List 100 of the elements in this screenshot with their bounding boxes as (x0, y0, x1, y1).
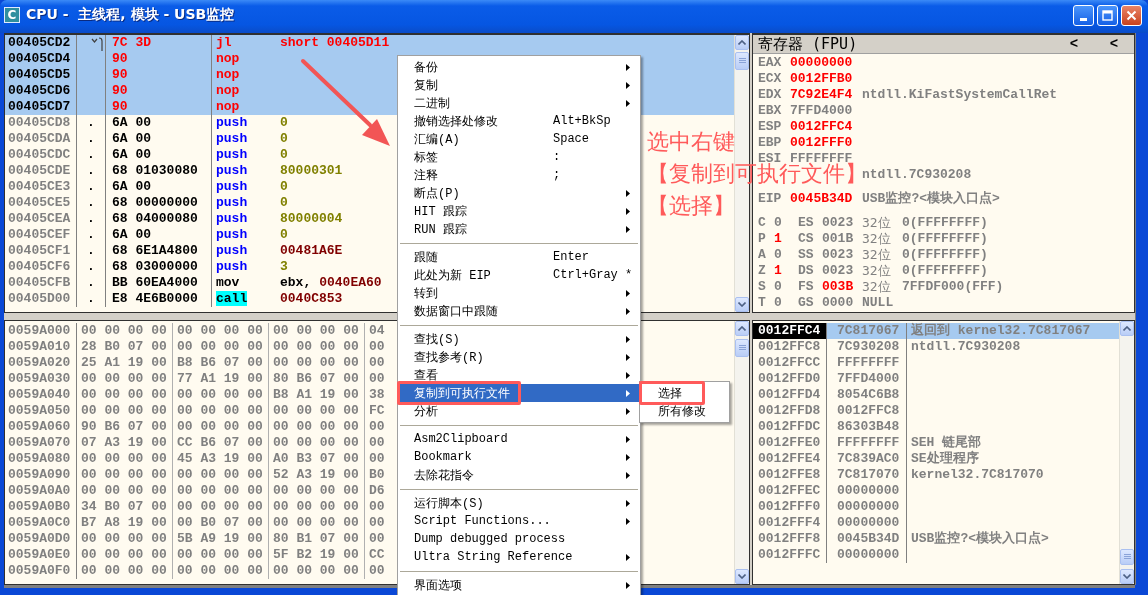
hex-bytes: 90 (106, 99, 212, 115)
stack-value: 00000000 (827, 483, 907, 499)
menu-item[interactable]: 运行脚本(S) (398, 494, 640, 512)
nav-button[interactable]: < (1054, 36, 1094, 52)
register-value: 7C92E4F4 (790, 87, 854, 103)
register-value: 0012FFC4 (790, 119, 854, 135)
stack-row[interactable]: 0012FFDC 86303B48 (753, 419, 1119, 435)
code-line[interactable]: 00405CE5 . 68 00000000 push 0 (5, 195, 288, 211)
menu-item[interactable]: 分析 (398, 402, 640, 420)
code-line[interactable]: 00405CF6 . 68 03000000 push 3 (5, 259, 288, 275)
scrollbar[interactable] (1119, 321, 1134, 584)
menu-item[interactable]: 转到 (398, 284, 640, 302)
stack-row[interactable]: 0012FFF0 00000000 (753, 499, 1119, 515)
scroll-up-button[interactable] (1120, 321, 1134, 336)
stack-row[interactable]: 0012FFD4 8054C6B8 (753, 387, 1119, 403)
hex-bytes: 00 00 00 00 (77, 483, 173, 499)
code-line[interactable]: 00405CFB . BB 60EA4000 mov ebx, 0040EA60 (5, 275, 382, 291)
stack-row[interactable]: 0012FFD0 7FFD4000 (753, 371, 1119, 387)
stack-row[interactable]: 0012FFF4 00000000 (753, 515, 1119, 531)
menu-item[interactable]: Ultra String Reference (398, 548, 640, 566)
menu-item[interactable]: Dump debugged process (398, 530, 640, 548)
hex-bytes: 00 (368, 499, 385, 515)
hex-bytes: B8 B6 07 00 (173, 355, 269, 371)
menu-item[interactable]: RUN 跟踪 (398, 220, 640, 238)
menu-item[interactable]: 撤销选择处修改 Alt+BkSp (398, 112, 640, 130)
marker: . (87, 291, 95, 307)
menu-item[interactable]: 数据窗口中跟随 (398, 302, 640, 320)
code-line[interactable]: 00405CDA . 6A 00 push 0 (5, 131, 288, 147)
scroll-up-button[interactable] (735, 321, 749, 336)
menu-item[interactable]: 注释 ; (398, 166, 640, 184)
stack-row[interactable]: 0012FFEC 00000000 (753, 483, 1119, 499)
hex-bytes: B0 (368, 467, 385, 483)
stack-row[interactable]: 0012FFE0 FFFFFFFF SEH 链尾部 (753, 435, 1119, 451)
code-line[interactable]: 00405CE3 . 6A 00 push 0 (5, 179, 288, 195)
stack-comment: 返回到 kernel32.7C817067 (910, 323, 1091, 339)
stack-value: 7C930208 (827, 339, 907, 355)
stack-row[interactable]: 0012FFE8 7C817070 kernel32.7C817070 (753, 467, 1119, 483)
code-line[interactable]: 00405CDE . 68 01030080 push 80000301 (5, 163, 343, 179)
menu-item[interactable]: 汇编(A) Space (398, 130, 640, 148)
menu-item[interactable]: 查看 (398, 366, 640, 384)
close-button[interactable] (1121, 4, 1142, 26)
scroll-down-button[interactable] (735, 569, 749, 584)
nav-button[interactable]: < (1094, 36, 1134, 52)
address: 0059A090 (5, 467, 77, 483)
code-line[interactable]: 00405CF1 . 68 6E1A4800 push 00481A6E (5, 243, 343, 259)
stack-row[interactable]: 0012FFFC 00000000 (753, 547, 1119, 563)
menu-item[interactable]: Bookmark (398, 448, 640, 466)
stack-row[interactable]: 0012FFD8 0012FFC8 (753, 403, 1119, 419)
scroll-thumb[interactable] (735, 339, 749, 357)
stack-row[interactable]: 0012FFE4 7C839AC0 SE处理程序 (753, 451, 1119, 467)
code-line[interactable]: 00405CDC . 6A 00 push 0 (5, 147, 288, 163)
code-line[interactable]: 00405CEF . 6A 00 push 0 (5, 227, 288, 243)
menu-item[interactable]: 查找(S) (398, 330, 640, 348)
menu-item[interactable]: Asm2Clipboard (398, 430, 640, 448)
shortcut-text: ; (553, 168, 561, 182)
hex-bytes: 5B A9 19 00 (173, 531, 269, 547)
mnemonic: push (216, 115, 248, 130)
menu-item[interactable]: Script Functions... (398, 512, 640, 530)
scroll-thumb[interactable] (1120, 549, 1134, 565)
menu-item[interactable]: 查找参考(R) (398, 348, 640, 366)
address: 0012FFD8 (753, 403, 827, 419)
menu-item[interactable]: 跟随 Enter (398, 248, 640, 266)
app-icon[interactable]: C (4, 7, 20, 23)
address: 0059A050 (5, 403, 77, 419)
register-name: EBX (758, 103, 783, 119)
register-name: EAX (758, 55, 783, 71)
code-line[interactable]: 00405CEA . 68 04000080 push 80000004 (5, 211, 343, 227)
mnemonic: push (216, 211, 248, 226)
menu-item[interactable]: 此处为新 EIP Ctrl+Gray * (398, 266, 640, 284)
scroll-down-button[interactable] (1120, 569, 1134, 584)
segment-base: NULL (862, 295, 894, 311)
maximize-button[interactable] (1097, 4, 1118, 26)
stack-value: 00000000 (827, 515, 907, 531)
scroll-up-button[interactable] (735, 35, 749, 50)
code-line[interactable]: 00405CD8 . 6A 00 push 0 (5, 115, 288, 131)
menu-item[interactable]: HIT 跟踪 (398, 202, 640, 220)
hex-bytes: 90 B6 07 00 (77, 419, 173, 435)
address: 0059A040 (5, 387, 77, 403)
menu-item[interactable]: 去除花指令 (398, 466, 640, 484)
menu-item[interactable]: 界面选项 (398, 576, 640, 594)
flag-value: 0 (774, 279, 783, 295)
address: 00405CD8 (5, 115, 77, 131)
stack-row[interactable]: 0012FFF8 0045B34D USB监控?<模块入口点> (753, 531, 1119, 547)
menu-item[interactable]: 标签 : (398, 148, 640, 166)
scrollbar[interactable] (734, 321, 749, 584)
stack-row[interactable]: 0012FFCC FFFFFFFF (753, 355, 1119, 371)
mnemonic: push (216, 243, 248, 258)
menu-item[interactable]: 所有修改 (640, 402, 729, 420)
menu-item[interactable]: 断点(P) (398, 184, 640, 202)
menu-item[interactable]: 选择 (640, 384, 729, 402)
menu-item[interactable]: 复制到可执行文件 (398, 384, 640, 402)
minimize-button[interactable] (1073, 4, 1094, 26)
address: 0059A0D0 (5, 531, 77, 547)
code-line[interactable]: 00405D00 . E8 4E6B0000 call 0040C853 (5, 291, 343, 307)
address: 00405D00 (5, 291, 77, 307)
stack-row[interactable]: 0012FFC4 7C817067 返回到 kernel32.7C817067 (753, 323, 1119, 339)
address: 00405CF6 (5, 259, 77, 275)
scroll-thumb[interactable] (735, 52, 749, 70)
stack-row[interactable]: 0012FFC8 7C930208 ntdll.7C930208 (753, 339, 1119, 355)
scroll-down-button[interactable] (735, 297, 749, 312)
